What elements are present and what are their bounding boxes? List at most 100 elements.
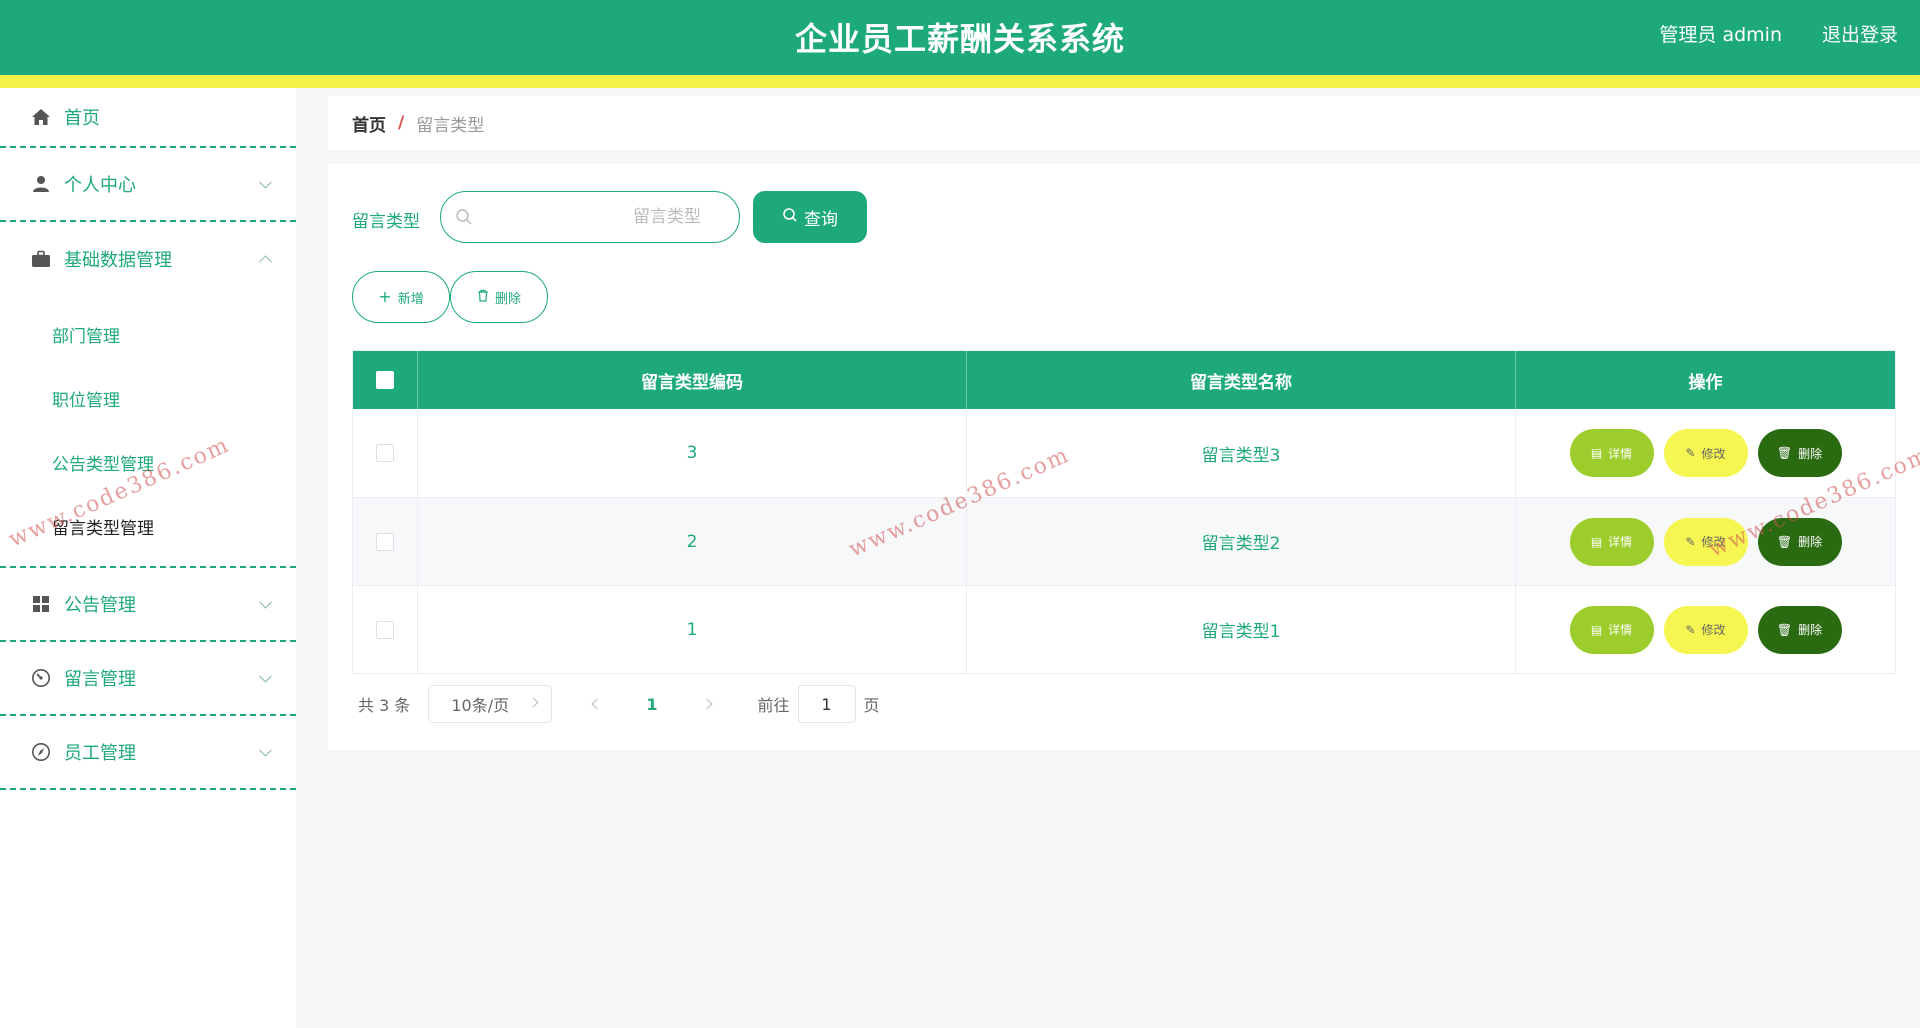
delete-label: 删除 (1798, 623, 1823, 637)
column-header-ops: 操作 (1688, 372, 1723, 393)
edit-label: 修改 (1701, 623, 1726, 637)
content-panel: 留言类型 查询 + 新增 删除 留言类型编码 留言类型名称 操作 3 留 (328, 164, 1920, 750)
page-size-value: 10条/页 (451, 696, 510, 715)
sidebar-item-department[interactable]: 部门管理 (0, 302, 296, 366)
chevron-down-icon (259, 595, 272, 609)
detail-label: 详情 (1608, 623, 1633, 637)
page-number-current[interactable]: 1 (646, 695, 657, 714)
sidebar-item-message-type[interactable]: 留言类型管理 (0, 494, 296, 558)
add-button-label: 新增 (397, 291, 424, 307)
data-table: 留言类型编码 留言类型名称 操作 3 留言类型3 ▤ 详情 ✎ 修改 🗑 删除 2 留… (352, 350, 1896, 674)
sidebar-item-home[interactable]: 首页 (0, 88, 296, 148)
edit-label: 修改 (1701, 446, 1726, 461)
search-input[interactable] (483, 200, 719, 234)
briefcase-icon (30, 248, 52, 270)
page-size-select[interactable]: 10条/页 (428, 685, 553, 723)
checkbox[interactable] (376, 371, 394, 389)
sidebar-item-notice-type[interactable]: 公告类型管理 (0, 430, 296, 494)
submenu-base-data: 部门管理 职位管理 公告类型管理 留言类型管理 (0, 296, 296, 568)
detail-button[interactable]: ▤ 详情 (1569, 429, 1654, 477)
search-icon (455, 208, 473, 226)
document-icon: ▤ (1590, 622, 1603, 637)
chevron-down-icon (259, 175, 272, 189)
goto-page-input[interactable] (797, 685, 856, 723)
app-title: 企业员工薪酬关系系统 (794, 20, 1125, 58)
chevron-down-icon (259, 743, 272, 757)
pagination: 共 3 条 10条/页 1 前往 页 (352, 683, 880, 725)
sidebar: 首页 个人中心 基础数据管理 部门管理 职位管理 公告类型管理 留言类型管理 公… (0, 88, 296, 1028)
pencil-icon: ✎ (1685, 446, 1696, 460)
sidebar-item-employee[interactable]: 员工管理 (0, 716, 296, 790)
top-header: 企业员工薪酬关系系统 管理员 admin 退出登录 (0, 0, 1920, 75)
delete-label: 删除 (1798, 446, 1823, 461)
query-button[interactable]: 查询 (753, 191, 867, 243)
sidebar-item-profile[interactable]: 个人中心 (0, 148, 296, 222)
edit-button[interactable]: ✎ 修改 (1663, 605, 1748, 654)
trash-icon: 🗑 (1776, 534, 1793, 549)
logout-link[interactable]: 退出登录 (1822, 20, 1898, 47)
query-button-label: 查询 (804, 209, 838, 230)
cell-code: 1 (418, 586, 967, 673)
header-accent-bar (0, 75, 1920, 88)
table-row: 1 留言类型1 ▤ 详情 ✎ 修改 🗑 删除 (353, 585, 1895, 673)
sidebar-item-base-data[interactable]: 基础数据管理 (0, 222, 296, 296)
row-select (353, 498, 418, 585)
search-icon (782, 207, 798, 228)
batch-delete-button[interactable]: 删除 (450, 271, 548, 323)
delete-button[interactable]: 🗑 删除 (1757, 605, 1842, 654)
table-header: 留言类型编码 留言类型名称 操作 (353, 351, 1895, 409)
sidebar-item-label: 公告管理 (64, 595, 136, 616)
checkbox[interactable] (376, 444, 394, 462)
trash-icon: 🗑 (1776, 446, 1793, 460)
pencil-icon: ✎ (1685, 622, 1696, 637)
cell-code: 3 (418, 409, 967, 497)
detail-label: 详情 (1608, 535, 1633, 549)
cell-name: 留言类型2 (967, 498, 1516, 585)
delete-label: 删除 (1798, 535, 1823, 549)
sidebar-item-notice[interactable]: 公告管理 (0, 568, 296, 642)
add-button[interactable]: + 新增 (352, 271, 450, 323)
delete-button-label: 删除 (494, 291, 521, 307)
cell-name: 留言类型1 (967, 586, 1516, 673)
header-select-all[interactable] (353, 351, 418, 409)
next-page-button[interactable] (698, 695, 716, 713)
chevron-down-icon (259, 669, 272, 683)
home-icon (30, 106, 52, 128)
document-icon: ▤ (1590, 534, 1603, 549)
detail-label: 详情 (1608, 446, 1633, 461)
search-field[interactable] (440, 191, 740, 243)
breadcrumb: 首页 / 留言类型 (328, 96, 1920, 150)
edit-button[interactable]: ✎ 修改 (1663, 517, 1748, 566)
dashboard-icon (30, 667, 52, 689)
breadcrumb-current: 留言类型 (416, 115, 485, 136)
sidebar-item-label: 员工管理 (64, 743, 136, 764)
table-row: 3 留言类型3 ▤ 详情 ✎ 修改 🗑 删除 (353, 409, 1895, 497)
edit-button[interactable]: ✎ 修改 (1663, 429, 1748, 477)
grid-icon (30, 593, 52, 615)
column-header-name: 留言类型名称 (967, 351, 1516, 409)
row-select (353, 409, 418, 497)
breadcrumb-separator: / (398, 113, 405, 133)
chevron-up-icon (259, 255, 272, 269)
column-header-code: 留言类型编码 (418, 351, 967, 409)
compass-icon (30, 741, 52, 763)
sidebar-item-label: 首页 (64, 108, 100, 129)
cell-ops: ▤ 详情 ✎ 修改 🗑 删除 (1516, 586, 1895, 673)
pencil-icon: ✎ (1685, 534, 1696, 549)
sidebar-item-message[interactable]: 留言管理 (0, 642, 296, 716)
detail-button[interactable]: ▤ 详情 (1569, 605, 1654, 654)
checkbox[interactable] (376, 532, 394, 551)
breadcrumb-home[interactable]: 首页 (352, 111, 386, 136)
goto-label: 前往 (757, 696, 790, 715)
row-select (353, 586, 418, 673)
document-icon: ▤ (1590, 446, 1603, 460)
cell-ops: ▤ 详情 ✎ 修改 🗑 删除 (1516, 498, 1895, 585)
delete-button[interactable]: 🗑 删除 (1757, 429, 1842, 477)
delete-button[interactable]: 🗑 删除 (1757, 517, 1842, 566)
chevron-down-icon (528, 697, 539, 708)
detail-button[interactable]: ▤ 详情 (1569, 517, 1654, 566)
sidebar-item-position[interactable]: 职位管理 (0, 366, 296, 430)
prev-page-button[interactable] (588, 695, 606, 713)
checkbox[interactable] (376, 620, 394, 639)
cell-code: 2 (418, 498, 967, 585)
